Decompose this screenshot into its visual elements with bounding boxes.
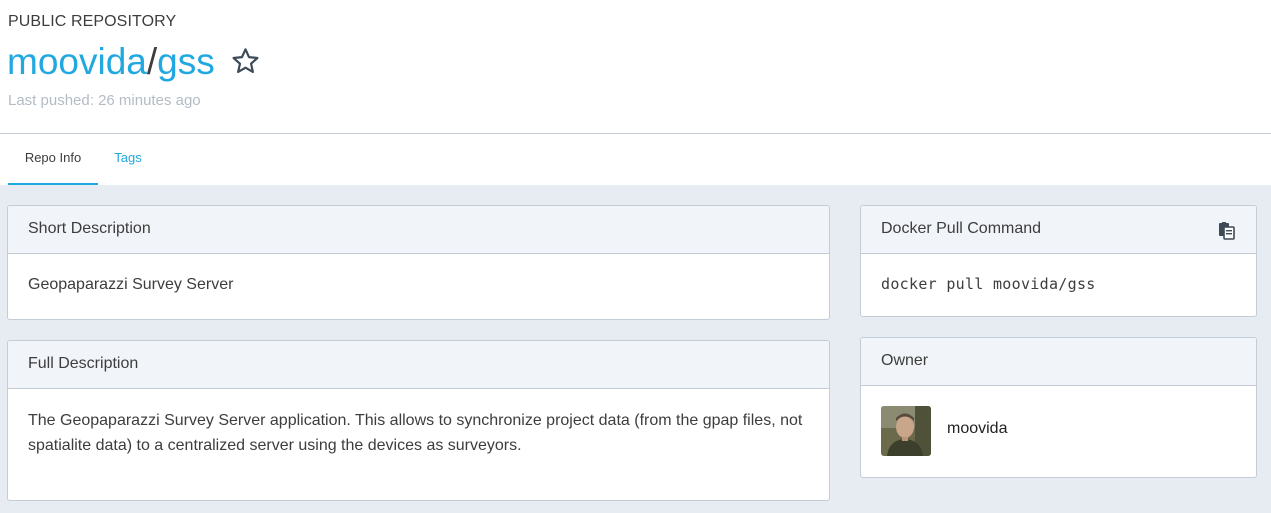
star-icon[interactable] [229,46,262,77]
owner-title: Owner [861,338,1256,386]
repo-content: Short Description Geopaparazzi Survey Se… [0,185,1271,513]
short-description-title: Short Description [8,206,829,254]
short-description-panel: Short Description Geopaparazzi Survey Se… [7,205,830,320]
full-description-title: Full Description [8,341,829,389]
short-description-text: Geopaparazzi Survey Server [28,276,234,293]
clipboard-icon[interactable] [1218,222,1236,240]
avatar[interactable] [881,406,931,456]
repo-header: PUBLIC REPOSITORY moovida/gss Last pushe… [0,0,1271,134]
tab-tags[interactable]: Tags [102,134,154,185]
last-pushed-text: Last pushed: 26 minutes ago [8,92,201,109]
docker-pull-header: Docker Pull Command [861,206,1256,254]
repo-title-separator: / [146,41,158,82]
repo-namespace-link[interactable]: moovida [7,41,147,82]
full-description-text: The Geopaparazzi Survey Server applicati… [28,412,803,454]
repo-title: moovida/gss [7,40,215,84]
tab-repo-info[interactable]: Repo Info [8,134,98,185]
repo-name: gss [157,41,215,82]
docker-pull-command[interactable]: docker pull moovida/gss [861,254,1256,314]
repo-tabs: Repo Info Tags [0,134,1271,185]
owner-row: moovida [861,386,1256,476]
repo-visibility-label: PUBLIC REPOSITORY [8,13,177,30]
docker-pull-panel: Docker Pull Command docker pull moovida/… [860,205,1257,317]
docker-pull-title: Docker Pull Command [881,220,1042,237]
owner-name-link[interactable]: moovida [947,420,1007,438]
owner-panel: Owner moovida [860,337,1257,478]
full-description-panel: Full Description The Geopaparazzi Survey… [7,340,830,501]
